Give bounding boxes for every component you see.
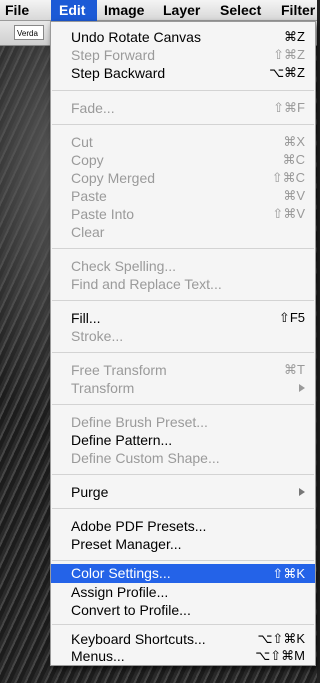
menu-item-label: Define Custom Shape... [71, 450, 220, 466]
menu-item-step-backward[interactable]: Step Backward ⌥⌘Z [51, 63, 315, 83]
menu-file[interactable]: File [2, 0, 39, 21]
menu-item-label: Convert to Profile... [71, 602, 191, 618]
menu-item-label: Paste Into [71, 206, 135, 222]
submenu-arrow-icon [299, 488, 305, 496]
menu-select[interactable]: Select [220, 0, 270, 21]
shortcut-label: ⇧F5 [278, 310, 305, 325]
menu-layer[interactable]: Layer [163, 0, 211, 21]
menu-separator [52, 560, 314, 561]
menu-item-label: Menus... [71, 648, 125, 664]
shortcut-label: ⌘C [282, 152, 305, 167]
menu-item-label: Transform [71, 380, 135, 396]
shortcut-label: ⇧⌘V [272, 206, 305, 221]
menu-item-label: Purge [71, 484, 109, 500]
menu-item-free-transform[interactable]: Free Transform ⌘T [51, 360, 315, 380]
menu-item-assign-profile[interactable]: Assign Profile... [51, 582, 315, 602]
menu-item-color-settings[interactable]: Color Settings... ⇧⌘K [51, 564, 315, 583]
menu-item-clear[interactable]: Clear [51, 222, 315, 242]
menu-separator [52, 300, 314, 301]
menu-item-label: Clear [71, 224, 105, 240]
menu-item-define-shape[interactable]: Define Custom Shape... [51, 448, 315, 468]
submenu-arrow-icon [299, 384, 305, 392]
shortcut-label: ⇧⌘Z [273, 47, 305, 62]
menu-separator [52, 90, 314, 91]
menu-item-label: Stroke... [71, 328, 124, 344]
menu-item-convert-profile[interactable]: Convert to Profile... [51, 600, 315, 620]
menu-item-label: Copy Merged [71, 170, 156, 186]
menu-separator [52, 352, 314, 353]
menu-filter[interactable]: Filter [281, 0, 320, 21]
menu-item-preset-manager[interactable]: Preset Manager... [51, 534, 315, 554]
menu-item-copy-merged[interactable]: Copy Merged ⇧⌘C [51, 168, 315, 188]
menu-item-purge[interactable]: Purge [51, 482, 315, 502]
menu-item-define-pattern[interactable]: Define Pattern... [51, 430, 315, 450]
menu-separator [52, 474, 314, 475]
menu-item-label: Define Brush Preset... [71, 414, 208, 430]
menu-item-step-forward[interactable]: Step Forward ⇧⌘Z [51, 45, 315, 65]
shortcut-label: ⌘Z [284, 29, 305, 44]
menu-item-label: Step Backward [71, 65, 166, 81]
menu-item-define-brush[interactable]: Define Brush Preset... [51, 412, 315, 432]
menu-item-stroke[interactable]: Stroke... [51, 326, 315, 346]
menu-separator [52, 404, 314, 405]
menu-item-label: Free Transform [71, 362, 167, 378]
menu-separator [52, 248, 314, 249]
menu-item-copy[interactable]: Copy ⌘C [51, 150, 315, 170]
menu-item-label: Step Forward [71, 47, 156, 63]
menu-bar: File Edit Image Layer Select Filter [0, 0, 317, 21]
menu-item-label: Define Pattern... [71, 432, 173, 448]
menu-item-label: Copy [71, 152, 104, 168]
menu-item-fade[interactable]: Fade... ⇧⌘F [51, 98, 315, 118]
menu-item-menus[interactable]: Menus... ⌥⇧⌘M [51, 646, 315, 666]
menu-item-label: Check Spelling... [71, 258, 177, 274]
menu-item-paste[interactable]: Paste ⌘V [51, 186, 315, 206]
menu-item-undo[interactable]: Undo Rotate Canvas ⌘Z [51, 27, 315, 47]
shortcut-label: ⌥⇧⌘M [255, 648, 305, 663]
shortcut-label: ⌥⌘Z [269, 65, 305, 80]
menu-image[interactable]: Image [104, 0, 154, 21]
menu-item-check-spelling[interactable]: Check Spelling... [51, 256, 315, 276]
shortcut-label: ⌘X [283, 134, 305, 149]
menu-item-label: Adobe PDF Presets... [71, 518, 207, 534]
menu-item-find-replace[interactable]: Find and Replace Text... [51, 274, 315, 294]
shortcut-label: ⌘T [284, 362, 305, 377]
menu-item-pdf-presets[interactable]: Adobe PDF Presets... [51, 516, 315, 536]
menu-separator [52, 508, 314, 509]
menu-item-label: Cut [71, 134, 93, 150]
font-family-field[interactable]: Verda [14, 25, 44, 40]
menu-item-label: Paste [71, 188, 107, 204]
menu-item-label: Preset Manager... [71, 536, 182, 552]
shortcut-label: ⌘V [283, 188, 305, 203]
edit-menu-dropdown: Undo Rotate Canvas ⌘Z Step Forward ⇧⌘Z Ste… [50, 21, 316, 666]
shortcut-label: ⇧⌘F [273, 100, 305, 115]
menu-separator [52, 124, 314, 125]
shortcut-label: ⇧⌘K [272, 566, 305, 581]
menu-item-label: Fade... [71, 100, 115, 116]
menu-edit[interactable]: Edit [51, 0, 97, 21]
menu-item-fill[interactable]: Fill... ⇧F5 [51, 308, 315, 328]
menu-item-label: Color Settings... [71, 565, 171, 581]
menu-item-label: Find and Replace Text... [71, 276, 222, 292]
menu-item-label: Fill... [71, 310, 101, 326]
menu-separator [52, 624, 314, 625]
menu-item-label: Undo Rotate Canvas [71, 29, 201, 45]
menu-item-label: Assign Profile... [71, 584, 169, 600]
shortcut-label: ⇧⌘C [271, 170, 305, 185]
menu-item-cut[interactable]: Cut ⌘X [51, 132, 315, 152]
menu-item-transform[interactable]: Transform [51, 378, 315, 398]
menu-item-paste-into[interactable]: Paste Into ⇧⌘V [51, 204, 315, 224]
